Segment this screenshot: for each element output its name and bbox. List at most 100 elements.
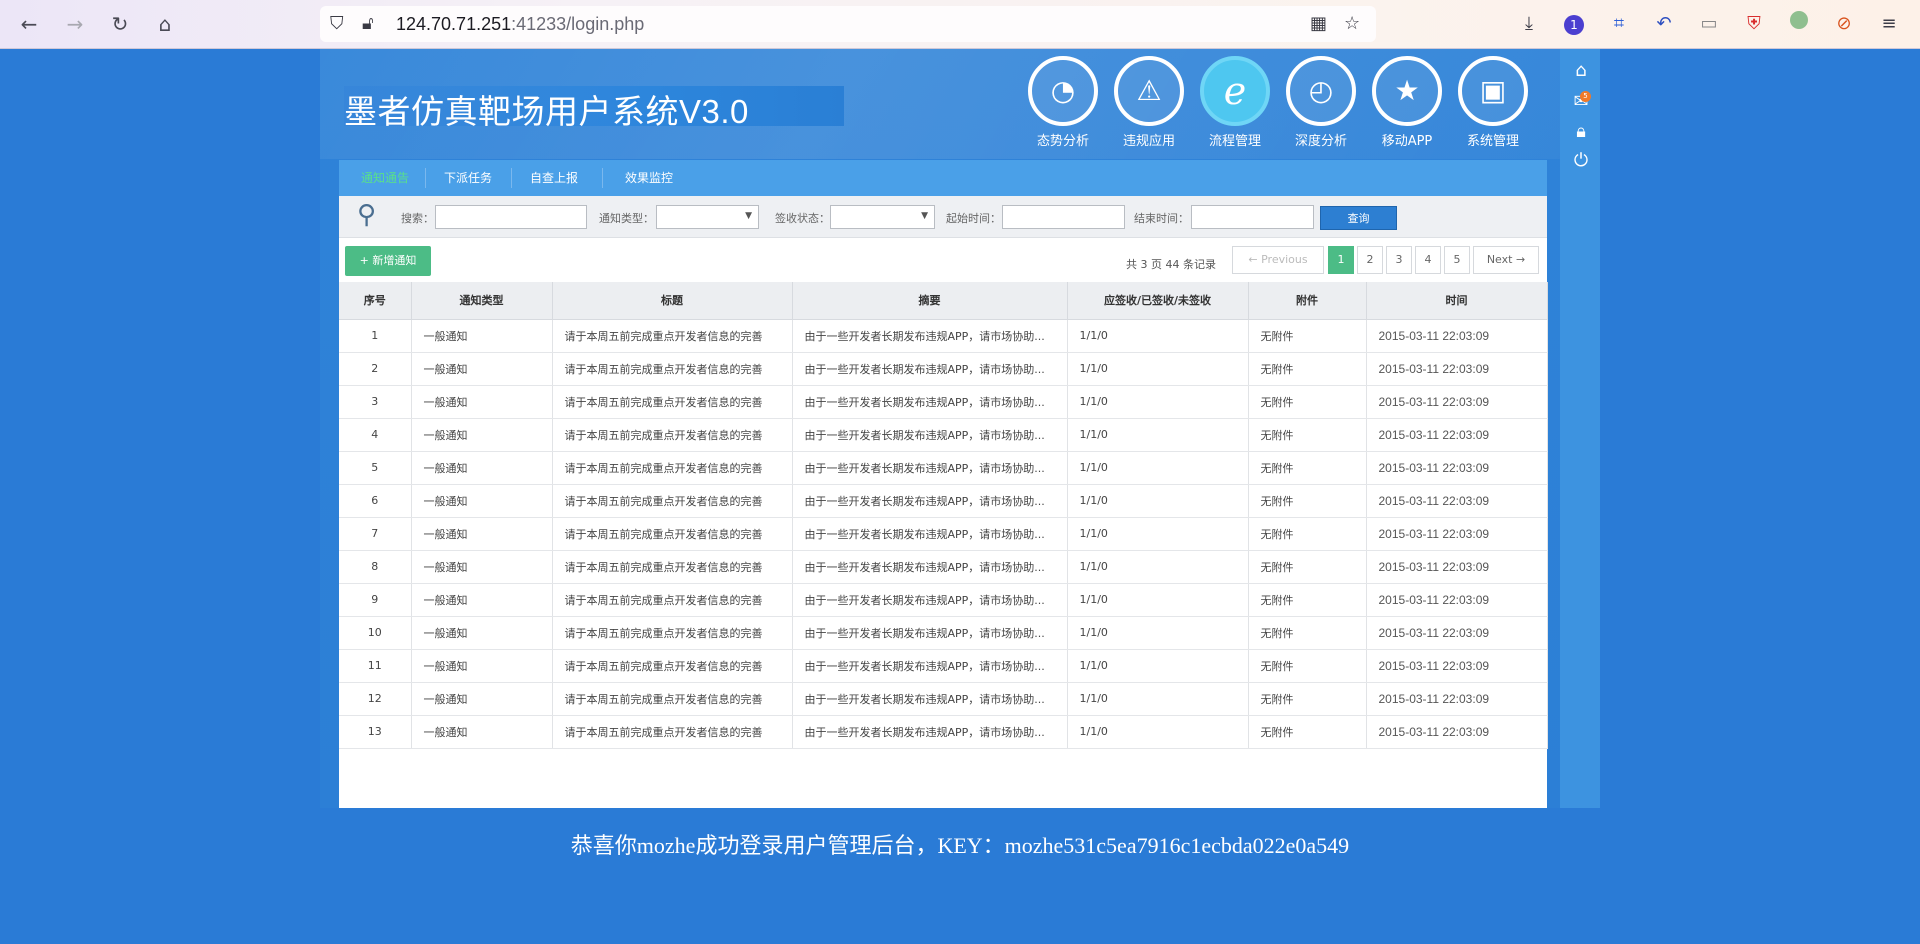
notice-title[interactable]: 请于本周五前完成重点开发者信息的完善 (552, 352, 793, 386)
back-icon[interactable]: ← (14, 10, 44, 38)
sign-counts: 1/1/0 (1067, 550, 1249, 584)
home-icon[interactable]: ⌂ (150, 10, 180, 38)
notice-title[interactable]: 请于本周五前完成重点开发者信息的完善 (552, 682, 793, 716)
notice-time: 2015-03-11 22:03:09 (1366, 715, 1548, 749)
tab-assign-tasks[interactable]: 下派任务 (429, 160, 507, 196)
shield-icon[interactable]: ⛉ (330, 13, 344, 35)
url-text[interactable]: 124.70.71.251:41233/login.php (396, 14, 644, 35)
notice-title[interactable]: 请于本周五前完成重点开发者信息的完善 (552, 649, 793, 683)
row-index: 12 (339, 682, 412, 716)
notice-title[interactable]: 请于本周五前完成重点开发者信息的完善 (552, 319, 793, 353)
page-1-button[interactable]: 1 (1328, 246, 1354, 274)
nav-deep-analysis[interactable]: ◴ 深度分析 (1284, 56, 1358, 149)
column-header[interactable]: 摘要 (792, 282, 1068, 320)
notice-title[interactable]: 请于本周五前完成重点开发者信息的完善 (552, 418, 793, 452)
table-row[interactable]: 5 一般通知 请于本周五前完成重点开发者信息的完善 由于一些开发者长期发布违规APP，… (339, 451, 1548, 485)
table-row[interactable]: 7 一般通知 请于本周五前完成重点开发者信息的完善 由于一些开发者长期发布违规APP，… (339, 517, 1548, 551)
query-button[interactable]: 查询 (1320, 206, 1397, 230)
end-time-input[interactable] (1191, 205, 1314, 229)
column-header[interactable]: 应签收/已签收/未签收 (1067, 282, 1249, 320)
notice-summary: 由于一些开发者长期发布违规APP，请市场协助... (792, 385, 1068, 419)
table-row[interactable]: 2 一般通知 请于本周五前完成重点开发者信息的完善 由于一些开发者长期发布违规APP，… (339, 352, 1548, 386)
power-icon[interactable]: ⏻ (1570, 150, 1592, 172)
mail-count-badge: 5 (1580, 91, 1591, 102)
column-header[interactable]: 附件 (1248, 282, 1367, 320)
previous-page-button[interactable]: ← Previous (1232, 246, 1324, 274)
table-row[interactable]: 8 一般通知 请于本周五前完成重点开发者信息的完善 由于一些开发者长期发布违规APP，… (339, 550, 1548, 584)
column-header[interactable]: 序号 (339, 282, 412, 320)
start-time-input[interactable] (1002, 205, 1125, 229)
qr-code-icon[interactable]: ▦ (1310, 13, 1327, 35)
notice-type: 一般通知 (411, 649, 553, 683)
nav-process-management[interactable]: e 流程管理 (1198, 56, 1272, 149)
notice-time: 2015-03-11 22:03:09 (1366, 385, 1548, 419)
next-page-button[interactable]: Next → (1473, 246, 1539, 274)
menu-icon[interactable]: ≡ (1876, 11, 1902, 37)
notice-title[interactable]: 请于本周五前完成重点开发者信息的完善 (552, 616, 793, 650)
table-row[interactable]: 6 一般通知 请于本周五前完成重点开发者信息的完善 由于一些开发者长期发布违规APP，… (339, 484, 1548, 518)
notice-title[interactable]: 请于本周五前完成重点开发者信息的完善 (552, 451, 793, 485)
notice-type: 一般通知 (411, 715, 553, 749)
lock-icon[interactable]: 🔒︎ (1570, 121, 1592, 143)
extension-circle-icon[interactable] (1786, 11, 1812, 37)
page-3-button[interactable]: 3 (1386, 246, 1412, 274)
notice-title[interactable]: 请于本周五前完成重点开发者信息的完善 (552, 517, 793, 551)
notice-time: 2015-03-11 22:03:09 (1366, 550, 1548, 584)
app-frame: 墨者仿真靶场用户系统V3.0 ◔ 态势分析 ⚠ 违规应用 e 流程管理 ◴ 深度… (320, 49, 1600, 808)
column-header[interactable]: 通知类型 (411, 282, 553, 320)
notice-summary: 由于一些开发者长期发布违规APP，请市场协助... (792, 616, 1068, 650)
extension-panel-icon[interactable]: ▭ (1696, 11, 1722, 37)
table-row[interactable]: 10 一般通知 请于本周五前完成重点开发者信息的完善 由于一些开发者长期发布违规APP… (339, 616, 1548, 650)
nav-situation-analysis[interactable]: ◔ 态势分析 (1026, 56, 1100, 149)
notice-title[interactable]: 请于本周五前完成重点开发者信息的完善 (552, 715, 793, 749)
table-header-row: 序号 通知类型 标题 摘要 应签收/已签收/未签收 附件 时间 (339, 282, 1548, 320)
table-row[interactable]: 4 一般通知 请于本周五前完成重点开发者信息的完善 由于一些开发者长期发布违规APP，… (339, 418, 1548, 452)
notice-summary: 由于一些开发者长期发布违规APP，请市场协助... (792, 451, 1068, 485)
crop-icon[interactable]: ⌗ (1606, 11, 1632, 37)
tab-notices[interactable]: 通知通告 (349, 160, 421, 196)
table-row[interactable]: 9 一般通知 请于本周五前完成重点开发者信息的完善 由于一些开发者长期发布违规APP，… (339, 583, 1548, 617)
sign-status-select[interactable] (830, 205, 935, 229)
nav-system-management[interactable]: ▣ 系统管理 (1456, 56, 1530, 149)
column-header[interactable]: 时间 (1366, 282, 1548, 320)
sign-counts: 1/1/0 (1067, 451, 1249, 485)
sign-counts: 1/1/0 (1067, 517, 1249, 551)
page-5-button[interactable]: 5 (1444, 246, 1470, 274)
tab-effect-monitoring[interactable]: 效果监控 (606, 160, 692, 196)
notice-type-select[interactable] (656, 205, 759, 229)
row-index: 2 (339, 352, 412, 386)
table-row[interactable]: 13 一般通知 请于本周五前完成重点开发者信息的完善 由于一些开发者长期发布违规APP… (339, 715, 1548, 749)
url-bar[interactable]: ⛉ 🔓︎ 124.70.71.251:41233/login.php ▦ ☆ (320, 6, 1376, 42)
search-input[interactable] (435, 205, 587, 229)
page-4-button[interactable]: 4 (1415, 246, 1441, 274)
blocked-extension-icon[interactable]: ⊘ (1831, 11, 1857, 37)
column-header[interactable]: 标题 (552, 282, 793, 320)
ublock-shield-icon[interactable]: ⛨ (1741, 11, 1767, 37)
download-icon[interactable]: ⤓ (1516, 11, 1542, 37)
forward-icon[interactable]: → (60, 10, 90, 38)
page-2-button[interactable]: 2 (1357, 246, 1383, 274)
notice-time: 2015-03-11 22:03:09 (1366, 616, 1548, 650)
notice-title[interactable]: 请于本周五前完成重点开发者信息的完善 (552, 484, 793, 518)
tab-self-report[interactable]: 自查上报 (515, 160, 593, 196)
nav-mobile-app[interactable]: ★ 移动APP (1370, 56, 1444, 149)
undo-arrow-icon[interactable]: ↶ (1651, 11, 1677, 37)
password-manager-icon[interactable]: 1 (1561, 11, 1587, 37)
sign-counts: 1/1/0 (1067, 418, 1249, 452)
table-row[interactable]: 3 一般通知 请于本周五前完成重点开发者信息的完善 由于一些开发者长期发布违规APP，… (339, 385, 1548, 419)
table-row[interactable]: 12 一般通知 请于本周五前完成重点开发者信息的完善 由于一些开发者长期发布违规APP… (339, 682, 1548, 716)
nav-violation-apps[interactable]: ⚠ 违规应用 (1112, 56, 1186, 149)
reload-icon[interactable]: ↻ (105, 10, 135, 38)
insecure-lock-icon[interactable]: 🔓︎ (362, 13, 374, 35)
row-index: 7 (339, 517, 412, 551)
notice-type: 一般通知 (411, 418, 553, 452)
notice-summary: 由于一些开发者长期发布违规APP，请市场协助... (792, 682, 1068, 716)
home-icon[interactable]: ⌂ (1570, 60, 1592, 82)
notice-title[interactable]: 请于本周五前完成重点开发者信息的完善 (552, 583, 793, 617)
notice-title[interactable]: 请于本周五前完成重点开发者信息的完善 (552, 385, 793, 419)
bookmark-star-icon[interactable]: ☆ (1344, 13, 1360, 35)
add-notice-button[interactable]: + 新增通知 (345, 246, 431, 276)
table-row[interactable]: 11 一般通知 请于本周五前完成重点开发者信息的完善 由于一些开发者长期发布违规APP… (339, 649, 1548, 683)
table-row[interactable]: 1 一般通知 请于本周五前完成重点开发者信息的完善 由于一些开发者长期发布违规APP，… (339, 319, 1548, 353)
notice-title[interactable]: 请于本周五前完成重点开发者信息的完善 (552, 550, 793, 584)
